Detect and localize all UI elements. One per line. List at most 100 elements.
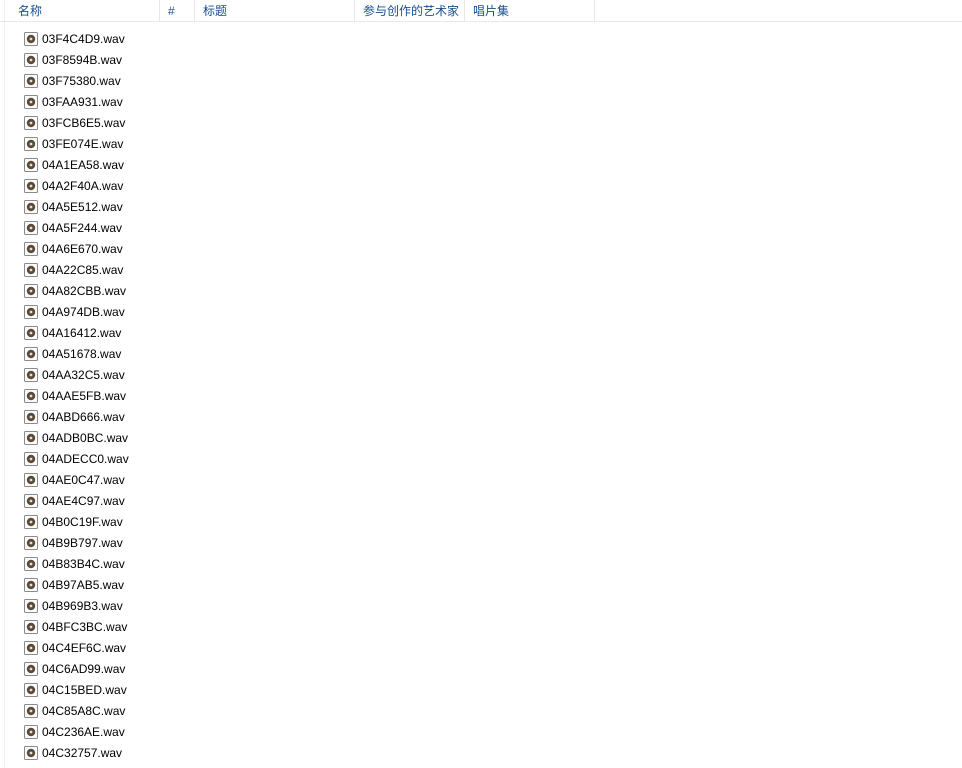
file-name-label: 03F8594B.wav	[42, 53, 122, 67]
audio-file-icon	[24, 431, 38, 445]
file-name-label: 04AAE5FB.wav	[42, 389, 126, 403]
file-name-label: 04C6AD99.wav	[42, 662, 125, 676]
file-row[interactable]: 04C236AE.wav	[24, 721, 962, 742]
file-name-label: 04C4EF6C.wav	[42, 641, 126, 655]
file-row[interactable]: 04B969B3.wav	[24, 595, 962, 616]
file-name-label: 03FCB6E5.wav	[42, 116, 125, 130]
file-row[interactable]: 04B9B797.wav	[24, 532, 962, 553]
file-row[interactable]: 04A5E512.wav	[24, 196, 962, 217]
audio-file-icon	[24, 74, 38, 88]
file-row[interactable]: 04A22C85.wav	[24, 259, 962, 280]
file-name-label: 04ABD666.wav	[42, 410, 125, 424]
file-name-label: 04A1EA58.wav	[42, 158, 124, 172]
file-row[interactable]: 04ADECC0.wav	[24, 448, 962, 469]
file-name-label: 03F4C4D9.wav	[42, 32, 125, 46]
left-divider	[4, 0, 5, 768]
audio-file-icon	[24, 620, 38, 634]
file-name-label: 04AE4C97.wav	[42, 494, 125, 508]
file-row[interactable]: 04A974DB.wav	[24, 301, 962, 322]
column-header-album[interactable]: 唱片集	[465, 0, 595, 21]
audio-file-icon	[24, 578, 38, 592]
audio-file-icon	[24, 536, 38, 550]
file-name-label: 04B9B797.wav	[42, 536, 123, 550]
file-row[interactable]: 04C6AD99.wav	[24, 658, 962, 679]
audio-file-icon	[24, 704, 38, 718]
file-row[interactable]: 04A82CBB.wav	[24, 280, 962, 301]
file-name-label: 04ADECC0.wav	[42, 452, 129, 466]
file-row[interactable]: 04C4EF6C.wav	[24, 637, 962, 658]
audio-file-icon	[24, 242, 38, 256]
audio-file-icon	[24, 641, 38, 655]
audio-file-icon	[24, 683, 38, 697]
file-row[interactable]: 04A51678.wav	[24, 343, 962, 364]
file-row[interactable]: 04C15BED.wav	[24, 679, 962, 700]
file-name-label: 04A5E512.wav	[42, 200, 123, 214]
file-row[interactable]: 03F8594B.wav	[24, 49, 962, 70]
file-name-label: 03F75380.wav	[42, 74, 121, 88]
column-header-artist[interactable]: 参与创作的艺术家	[355, 0, 465, 21]
file-row[interactable]: 04AE4C97.wav	[24, 490, 962, 511]
file-row[interactable]: 04BFC3BC.wav	[24, 616, 962, 637]
audio-file-icon	[24, 746, 38, 760]
audio-file-icon	[24, 32, 38, 46]
audio-file-icon	[24, 200, 38, 214]
audio-file-icon	[24, 179, 38, 193]
file-name-label: 03FE074E.wav	[42, 137, 123, 151]
file-name-label: 04ADB0BC.wav	[42, 431, 128, 445]
audio-file-icon	[24, 725, 38, 739]
file-row[interactable]: 04A6E670.wav	[24, 238, 962, 259]
file-row[interactable]: 04A16412.wav	[24, 322, 962, 343]
audio-file-icon	[24, 368, 38, 382]
file-name-label: 04A51678.wav	[42, 347, 121, 361]
file-name-label: 04C236AE.wav	[42, 725, 125, 739]
file-name-label: 04A6E670.wav	[42, 242, 123, 256]
file-row[interactable]: 04A5F244.wav	[24, 217, 962, 238]
file-row[interactable]: 04B97AB5.wav	[24, 574, 962, 595]
audio-file-icon	[24, 347, 38, 361]
audio-file-icon	[24, 95, 38, 109]
audio-file-icon	[24, 221, 38, 235]
file-row[interactable]: 03FE074E.wav	[24, 133, 962, 154]
file-row[interactable]: 04AAE5FB.wav	[24, 385, 962, 406]
file-row[interactable]: 04C85A8C.wav	[24, 700, 962, 721]
column-header-title[interactable]: 标题	[195, 0, 355, 21]
file-row[interactable]: 04B0C19F.wav	[24, 511, 962, 532]
file-name-label: 04A22C85.wav	[42, 263, 123, 277]
file-name-label: 04A5F244.wav	[42, 221, 122, 235]
file-name-label: 04A16412.wav	[42, 326, 121, 340]
audio-file-icon	[24, 305, 38, 319]
file-name-label: 04AE0C47.wav	[42, 473, 125, 487]
file-row[interactable]: 04C32757.wav	[24, 742, 962, 763]
file-name-label: 04A82CBB.wav	[42, 284, 126, 298]
file-name-label: 04AA32C5.wav	[42, 368, 125, 382]
file-row[interactable]: 04ABD666.wav	[24, 406, 962, 427]
file-row[interactable]: 04ADB0BC.wav	[24, 427, 962, 448]
file-row[interactable]: 04B83B4C.wav	[24, 553, 962, 574]
file-name-label: 03FAA931.wav	[42, 95, 123, 109]
file-name-label: 04B97AB5.wav	[42, 578, 124, 592]
file-name-label: 04B0C19F.wav	[42, 515, 123, 529]
audio-file-icon	[24, 116, 38, 130]
file-row[interactable]: 04A1EA58.wav	[24, 154, 962, 175]
file-list: 03F4C4D9.wav 03F8594B.wav 03F75380.wav 03FA…	[0, 22, 962, 763]
audio-file-icon	[24, 515, 38, 529]
file-row[interactable]: 03F75380.wav	[24, 70, 962, 91]
column-header-number[interactable]: #	[160, 0, 195, 21]
file-name-label: 04B83B4C.wav	[42, 557, 125, 571]
audio-file-icon	[24, 284, 38, 298]
file-row[interactable]: 03F4C4D9.wav	[24, 28, 962, 49]
audio-file-icon	[24, 557, 38, 571]
audio-file-icon	[24, 326, 38, 340]
file-name-label: 04BFC3BC.wav	[42, 620, 127, 634]
file-row[interactable]: 04AE0C47.wav	[24, 469, 962, 490]
file-row[interactable]: 03FCB6E5.wav	[24, 112, 962, 133]
column-header-name[interactable]: 名称	[10, 0, 160, 21]
file-row[interactable]: 04AA32C5.wav	[24, 364, 962, 385]
audio-file-icon	[24, 137, 38, 151]
audio-file-icon	[24, 158, 38, 172]
file-name-label: 04B969B3.wav	[42, 599, 123, 613]
audio-file-icon	[24, 599, 38, 613]
audio-file-icon	[24, 662, 38, 676]
file-row[interactable]: 03FAA931.wav	[24, 91, 962, 112]
file-row[interactable]: 04A2F40A.wav	[24, 175, 962, 196]
